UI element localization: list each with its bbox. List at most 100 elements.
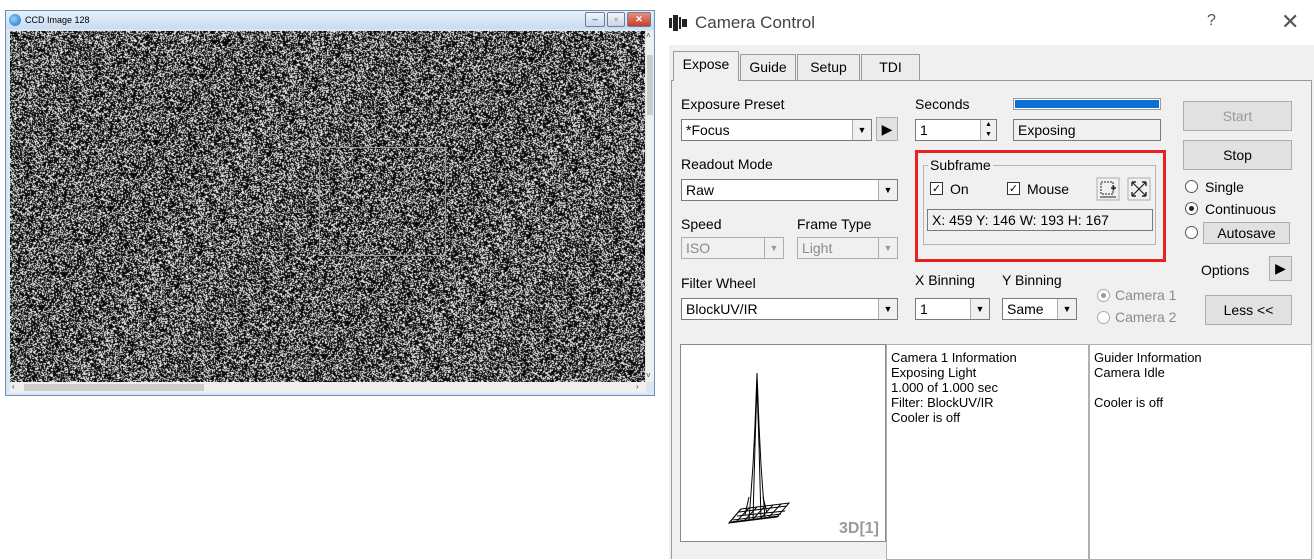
y-binning-value: Same xyxy=(1007,301,1044,317)
close-icon: ✕ xyxy=(635,14,643,24)
vertical-scroll-thumb[interactable] xyxy=(647,55,653,115)
camera-control-window: Camera Control ? ✕ Expose Guide Setup TD… xyxy=(657,0,1314,560)
maximize-icon: ▫ xyxy=(614,14,618,24)
vertical-scrollbar[interactable]: ˄ ˅ xyxy=(646,31,654,382)
exposure-progress-bar xyxy=(1013,98,1161,110)
chevron-down-icon: ▼ xyxy=(852,120,871,140)
camera-control-body: Expose Guide Setup TDI Exposure Preset *… xyxy=(669,45,1314,560)
triangle-right-icon: ▶ xyxy=(1275,260,1286,276)
camera1-radio[interactable] xyxy=(1097,289,1110,302)
options-button[interactable]: ▶ xyxy=(1269,256,1292,281)
exposure-status: Exposing xyxy=(1013,119,1161,141)
filter-wheel-select[interactable]: BlockUV/IR ▼ xyxy=(681,298,898,320)
close-button[interactable]: ✕ xyxy=(627,12,651,27)
ccd-image-view[interactable] xyxy=(10,31,645,382)
subframe-group xyxy=(923,165,1156,245)
minimize-button[interactable]: ‒ xyxy=(585,12,605,27)
continuous-radio[interactable] xyxy=(1185,202,1198,215)
single-radio[interactable] xyxy=(1185,180,1198,193)
subframe-full-icon[interactable] xyxy=(1127,177,1151,201)
guider-info-pane: Guider Information Camera Idle Cooler is… xyxy=(1089,344,1312,560)
tab-expose[interactable]: Expose xyxy=(673,51,739,81)
exposure-progress-fill xyxy=(1015,100,1159,108)
tab-tdi[interactable]: TDI xyxy=(861,54,920,80)
tab-guide[interactable]: Guide xyxy=(740,54,796,80)
autosave-button[interactable]: Autosave xyxy=(1203,222,1290,244)
scroll-right-icon[interactable]: › xyxy=(636,382,639,392)
window-title: Camera Control xyxy=(695,13,815,32)
chevron-down-icon: ▼ xyxy=(1057,299,1076,319)
exposure-preset-value: *Focus xyxy=(686,122,730,138)
tab-setup[interactable]: Setup xyxy=(797,54,860,80)
readout-mode-label: Readout Mode xyxy=(681,156,773,172)
plot-label: 3D[1] xyxy=(838,520,879,537)
frame-type-select[interactable]: Light ▼ xyxy=(797,237,898,259)
help-icon[interactable]: ? xyxy=(1207,12,1216,30)
camera-info-pane: Camera 1 Information Exposing Light 1.00… xyxy=(886,344,1089,560)
scroll-up-icon[interactable]: ˄ xyxy=(646,31,651,41)
subframe-on-label: On xyxy=(950,181,969,197)
star-profile-plot xyxy=(727,372,791,524)
minimize-icon: ‒ xyxy=(592,14,598,24)
spinner-icon[interactable]: ▲ ▼ xyxy=(980,120,996,140)
x-binning-select[interactable]: 1 ▼ xyxy=(915,298,990,320)
y-binning-select[interactable]: Same ▼ xyxy=(1002,298,1077,320)
camera1-label: Camera 1 xyxy=(1115,287,1177,303)
ccd-window-title: CCD Image 128 xyxy=(25,15,90,25)
subframe-mouse-label: Mouse xyxy=(1027,181,1070,197)
y-binning-label: Y Binning xyxy=(1002,272,1062,288)
readout-mode-select[interactable]: Raw ▼ xyxy=(681,179,898,201)
close-icon[interactable]: ✕ xyxy=(1281,10,1299,34)
scroll-down-icon[interactable]: ˅ xyxy=(646,371,651,381)
preset-menu-button[interactable]: ▶ xyxy=(876,117,898,141)
chevron-down-icon: ▼ xyxy=(970,299,989,319)
camera-info-text: Camera 1 Information Exposing Light 1.00… xyxy=(891,350,1017,425)
triangle-right-icon: ▶ xyxy=(881,121,893,137)
single-label: Single xyxy=(1205,179,1244,195)
camera2-radio[interactable] xyxy=(1097,311,1110,324)
subframe-label: Subframe xyxy=(928,156,993,174)
subframe-rectangle[interactable] xyxy=(319,147,446,256)
start-button[interactable]: Start xyxy=(1183,101,1292,131)
scroll-left-icon[interactable]: ‹ xyxy=(12,382,15,392)
filter-wheel-value: BlockUV/IR xyxy=(686,301,758,317)
readout-mode-value: Raw xyxy=(686,182,715,198)
speed-value: ISO xyxy=(686,240,711,256)
checkmark-icon: ✓ xyxy=(1008,183,1019,195)
camera2-label: Camera 2 xyxy=(1115,309,1177,325)
chevron-down-icon: ▼ xyxy=(878,299,897,319)
camera-control-icon xyxy=(669,15,687,31)
continuous-label: Continuous xyxy=(1205,201,1276,217)
speed-label: Speed xyxy=(681,216,722,232)
checkmark-icon: ✓ xyxy=(931,183,942,195)
subframe-coordinates: X: 459 Y: 146 W: 193 H: 167 xyxy=(927,209,1153,231)
star-profile-3d-view: 3D[1] xyxy=(680,344,886,542)
ccd-titlebar[interactable]: CCD Image 128 ‒ ▫ ✕ xyxy=(6,11,654,29)
horizontal-scroll-thumb[interactable] xyxy=(24,384,204,391)
seconds-input[interactable]: 1 ▲ ▼ xyxy=(915,119,997,141)
options-label: Options xyxy=(1201,262,1250,278)
x-binning-label: X Binning xyxy=(915,272,975,288)
speed-select[interactable]: ISO ▼ xyxy=(681,237,784,259)
seconds-label: Seconds xyxy=(915,96,970,112)
x-binning-value: 1 xyxy=(920,301,928,317)
subframe-mouse-checkbox[interactable]: ✓ xyxy=(1007,182,1020,195)
less-button[interactable]: Less << xyxy=(1205,295,1292,325)
maximize-button[interactable]: ▫ xyxy=(607,12,625,27)
guider-info-text: Guider Information Camera Idle Cooler is… xyxy=(1094,350,1202,410)
exposure-preset-select[interactable]: *Focus ▼ xyxy=(681,119,872,141)
subframe-set-icon[interactable] xyxy=(1096,177,1120,201)
filter-wheel-label: Filter Wheel xyxy=(681,275,756,291)
chevron-down-icon: ▼ xyxy=(878,238,897,258)
frame-type-label: Frame Type xyxy=(797,216,872,232)
frame-type-value: Light xyxy=(802,240,833,256)
subframe-on-checkbox[interactable]: ✓ xyxy=(930,182,943,195)
chevron-down-icon: ▼ xyxy=(764,238,783,258)
stop-button[interactable]: Stop xyxy=(1183,140,1292,170)
autosave-radio[interactable] xyxy=(1185,226,1198,239)
app-icon xyxy=(9,14,21,26)
exposure-preset-label: Exposure Preset xyxy=(681,96,785,112)
horizontal-scrollbar[interactable]: ‹ › xyxy=(10,382,646,393)
chevron-down-icon: ▼ xyxy=(878,180,897,200)
seconds-value: 1 xyxy=(920,122,928,138)
